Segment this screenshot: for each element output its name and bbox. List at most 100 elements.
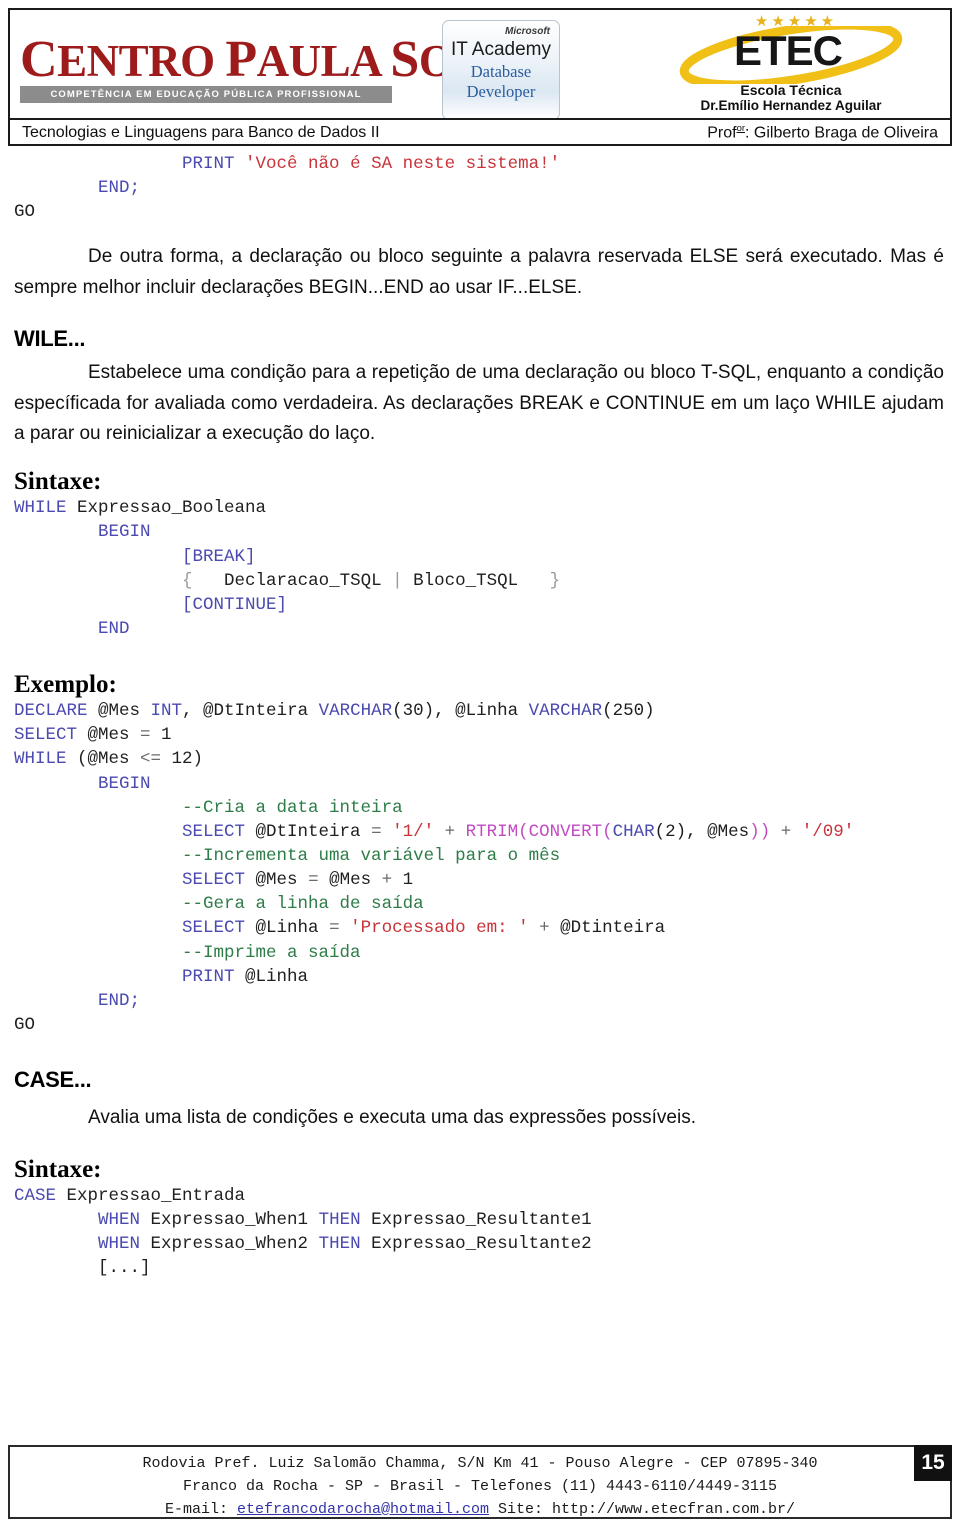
code-token: = [140, 725, 162, 746]
code-token: WHILE [14, 498, 78, 519]
code-token: 1 [161, 725, 172, 746]
code-token: 12) [171, 749, 204, 770]
code-token: Expressao_When1 [150, 1209, 319, 1230]
paragraph-else-explanation: De outra forma, a declaração ou bloco se… [14, 246, 944, 299]
footer-email-prefix: E-mail: [164, 1500, 237, 1518]
cps-wordmark-capital: S [390, 31, 419, 88]
code-token: @Mes [255, 870, 309, 891]
code-token: | [392, 570, 414, 591]
code-token: --Cria a data inteira [182, 797, 403, 818]
developer-label: Developer [466, 81, 536, 101]
code-token: Expressao_When2 [150, 1234, 319, 1255]
code-token: THEN [318, 1209, 372, 1230]
code-token: ; [129, 178, 141, 199]
code-token: WHEN [98, 1209, 151, 1230]
code-token: (2), @Mes [654, 821, 750, 842]
code-token: [BREAK] [182, 546, 256, 567]
professor-name: : Gilberto Braga de Oliveira [745, 124, 938, 142]
database-label: Database [470, 61, 532, 81]
code-token: Declaracao_TSQL [192, 570, 393, 591]
code-token: @Mes [87, 725, 141, 746]
code-token: (@Mes [77, 749, 141, 770]
code-token: WHEN [98, 1234, 151, 1255]
code-token: GO [14, 1014, 36, 1035]
code-token: Expressao_Resultante2 [371, 1234, 592, 1255]
cps-wordmark-rest: ENTRO [57, 36, 215, 86]
code-token: VARCHAR [318, 701, 393, 722]
paragraph-while-explanation: Estabelece uma condição para a repetição… [14, 361, 944, 445]
cps-wordmark-capital: C [20, 31, 58, 88]
it-academy-label: IT Academy [451, 39, 551, 60]
code-token: + [381, 870, 403, 891]
cps-tagline-bar: COMPETÊNCIA EM EDUCAÇÃO PÚBLICA PROFISSI… [20, 85, 392, 103]
footer-line-contact: E-mail: etefrancodarocha@hotmail.com Sit… [10, 1499, 950, 1522]
cps-wordmark-capital: P [225, 31, 257, 88]
code-token: (30), @Linha [392, 701, 529, 722]
code-token: SELECT [182, 918, 256, 939]
code-token: 'Processado em: ' [350, 918, 529, 939]
cps-wordmark-rest: AULA [256, 36, 381, 86]
code-token: + [528, 918, 561, 939]
code-token: BEGIN [98, 773, 151, 794]
code-token: Expressao_Entrada [66, 1185, 246, 1206]
document-content: PRINT 'Você não é SA neste sistema!' END… [0, 152, 960, 1280]
code-token: RTRIM(CONVERT( [465, 821, 613, 842]
code-token: , @DtInteira [182, 701, 319, 722]
etec-school-name-label: Dr.Emílio Hernandez Aguilar [700, 98, 882, 114]
etec-logo: ★★★★★ ETEC Escola Técnica Dr.Emílio Hern… [640, 14, 942, 118]
footer-line-address: Rodovia Pref. Luiz Salomão Chamma, S/N K… [142, 1455, 818, 1472]
etec-escola-tecnica-label: Escola Técnica [740, 82, 842, 98]
footer-email-link[interactable]: etefrancodarocha@hotmail.com [237, 1501, 489, 1518]
code-token: 1 [402, 870, 414, 891]
code-token: @Dtinteira [560, 918, 666, 939]
etec-wordmark-text: ETEC [733, 27, 843, 74]
code-token: END; [98, 990, 141, 1011]
code-token: + [434, 821, 466, 842]
code-block-case-syntax: CASE Expressao_Entrada WHEN Expressao_Wh… [0, 1184, 960, 1281]
professor-ordinal-suffix: or [736, 123, 746, 135]
code-token: SELECT [182, 870, 256, 891]
code-token: 'Você não é SA neste sistema!' [245, 154, 561, 174]
professor-label: Profor: Gilberto Braga de Oliveira [707, 123, 938, 142]
label-exemplo-while: Exemplo: [14, 671, 117, 699]
header-logos-row: CENTRO PAULA SOUZA COMPETÊNCIA EM EDUCAÇ… [10, 10, 950, 120]
code-token: SELECT [182, 821, 256, 842]
code-token: @Linha [245, 966, 309, 987]
code-token: THEN [318, 1234, 372, 1255]
microsoft-it-academy-badge: Microsoft IT Academy Database Developer [442, 20, 560, 120]
code-token: [...] [98, 1258, 151, 1279]
code-token: GO [14, 202, 36, 223]
code-token: @Mes [329, 870, 382, 891]
code-token: + [770, 821, 802, 842]
code-token: BEGIN [98, 522, 151, 543]
code-token: INT [150, 701, 183, 722]
code-token: { [182, 570, 193, 591]
code-token: [CONTINUE] [182, 594, 288, 615]
code-token: <= [140, 749, 172, 770]
code-token: PRINT [182, 966, 246, 987]
code-token: @Linha [255, 918, 330, 939]
code-token: } [549, 570, 561, 591]
paragraph-case-explanation: Avalia uma lista de condições e executa … [88, 1107, 696, 1129]
code-token: CHAR [612, 821, 655, 842]
page-number-badge: 15 [914, 1445, 952, 1481]
code-token: PRINT [182, 154, 246, 174]
page-header: CENTRO PAULA SOUZA COMPETÊNCIA EM EDUCAÇ… [8, 8, 952, 146]
code-token: = [371, 821, 393, 842]
code-token: WHILE [14, 749, 78, 770]
code-token: VARCHAR [528, 701, 603, 722]
code-block-while-syntax: WHILE Expressao_Booleana BEGIN [BREAK] {… [0, 496, 960, 641]
code-block-while-example: DECLARE @Mes INT, @DtInteira VARCHAR(30)… [0, 699, 960, 1037]
code-token: @Mes [98, 701, 151, 722]
code-token: --Incrementa uma variável para o mês [182, 845, 561, 866]
code-token: DECLARE [14, 701, 99, 722]
microsoft-brand-label: Microsoft [505, 26, 550, 37]
code-token: Expressao_Resultante1 [371, 1209, 592, 1230]
code-token: --Imprime a saída [182, 942, 361, 963]
